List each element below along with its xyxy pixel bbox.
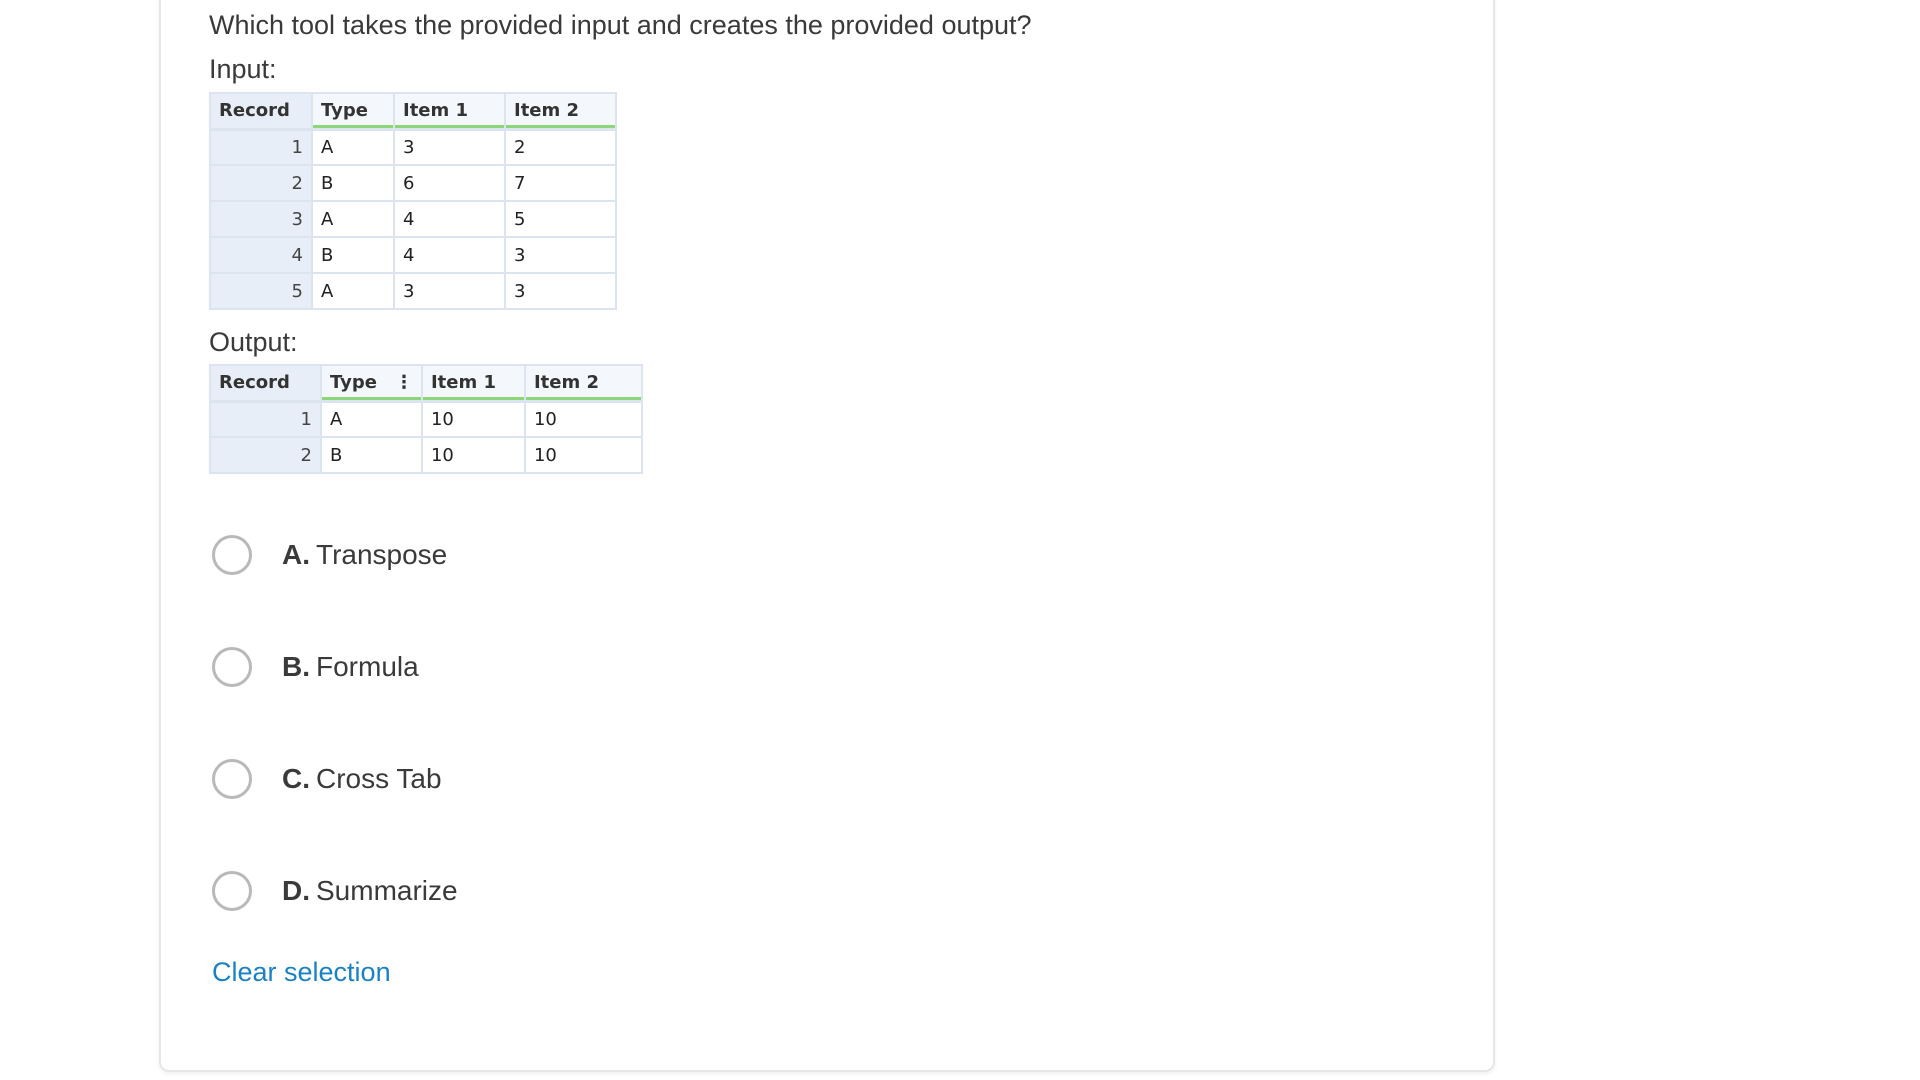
item-1-cell: 3 (393, 272, 506, 310)
column-menu-icon: ⋮ (394, 372, 413, 394)
record-cell: 5 (209, 272, 313, 310)
item-2-cell: 5 (504, 200, 617, 238)
option-d[interactable]: D. Summarize (212, 869, 458, 913)
item-2-cell: 2 (504, 128, 617, 166)
record-cell: 1 (209, 128, 313, 166)
record-cell: 4 (209, 236, 313, 274)
question-text: Which tool takes the provided input and … (209, 10, 1032, 40)
record-cell: 3 (209, 200, 313, 238)
type-cell: A (320, 400, 423, 438)
option-c-text: C. Cross Tab (282, 763, 442, 795)
item-1-cell: 10 (420, 436, 526, 474)
output-table: Record Type ⋮ Item 1 Item 2 1 A 10 10 2 B… (209, 364, 643, 474)
table-row: 2 B 10 10 (209, 436, 643, 474)
type-cell: B (320, 436, 423, 474)
column-header-type-label: Type (330, 372, 377, 394)
input-label: Input: (209, 54, 277, 84)
option-d-label: Summarize (316, 875, 458, 906)
clear-selection-link[interactable]: Clear selection (212, 957, 391, 988)
option-d-letter: D. (282, 875, 310, 906)
record-cell: 2 (209, 436, 322, 474)
item-1-cell: 3 (393, 128, 506, 166)
type-cell: B (311, 164, 395, 202)
option-a-label: Transpose (316, 539, 448, 570)
item-2-cell: 10 (523, 400, 643, 438)
option-d-text: D. Summarize (282, 875, 458, 907)
table-header-row: Record Type Item 1 Item 2 (209, 92, 617, 131)
table-row: 1 A 10 10 (209, 400, 643, 438)
item-1-cell: 4 (393, 236, 506, 274)
option-c-label: Cross Tab (316, 763, 442, 794)
option-c-letter: C. (282, 763, 310, 794)
output-label: Output: (209, 327, 298, 357)
table-row: 1 A 3 2 (209, 128, 617, 166)
option-b[interactable]: B. Formula (212, 645, 419, 689)
record-cell: 1 (209, 400, 322, 438)
input-table: Record Type Item 1 Item 2 1 A 3 2 2 B 6 … (209, 92, 617, 310)
table-row: 3 A 4 5 (209, 200, 617, 238)
item-1-cell: 6 (393, 164, 506, 202)
option-c[interactable]: C. Cross Tab (212, 757, 442, 801)
radio-button-a[interactable] (212, 535, 252, 575)
option-a[interactable]: A. Transpose (212, 533, 447, 577)
option-a-text: A. Transpose (282, 539, 447, 571)
column-header-item-2: Item 2 (504, 92, 617, 131)
type-cell: A (311, 272, 395, 310)
item-2-cell: 3 (504, 272, 617, 310)
option-a-letter: A. (282, 539, 310, 570)
radio-button-b[interactable] (212, 647, 252, 687)
type-cell: A (311, 128, 395, 166)
option-b-label: Formula (316, 651, 419, 682)
table-row: 4 B 4 3 (209, 236, 617, 274)
table-row: 2 B 6 7 (209, 164, 617, 202)
type-cell: A (311, 200, 395, 238)
column-header-item-1: Item 1 (393, 92, 506, 131)
column-header-item-1: Item 1 (420, 364, 526, 403)
type-cell: B (311, 236, 395, 274)
option-b-text: B. Formula (282, 651, 419, 683)
table-row: 5 A 3 3 (209, 272, 617, 310)
column-header-item-2: Item 2 (523, 364, 643, 403)
item-2-cell: 10 (523, 436, 643, 474)
item-1-cell: 4 (393, 200, 506, 238)
radio-button-d[interactable] (212, 871, 252, 911)
option-b-letter: B. (282, 651, 310, 682)
column-header-record: Record (209, 364, 322, 403)
item-2-cell: 3 (504, 236, 617, 274)
column-header-type: Type (311, 92, 395, 131)
column-header-record: Record (209, 92, 313, 131)
item-1-cell: 10 (420, 400, 526, 438)
radio-button-c[interactable] (212, 759, 252, 799)
record-cell: 2 (209, 164, 313, 202)
table-header-row: Record Type ⋮ Item 1 Item 2 (209, 364, 643, 403)
column-header-type: Type ⋮ (320, 364, 423, 403)
item-2-cell: 7 (504, 164, 617, 202)
